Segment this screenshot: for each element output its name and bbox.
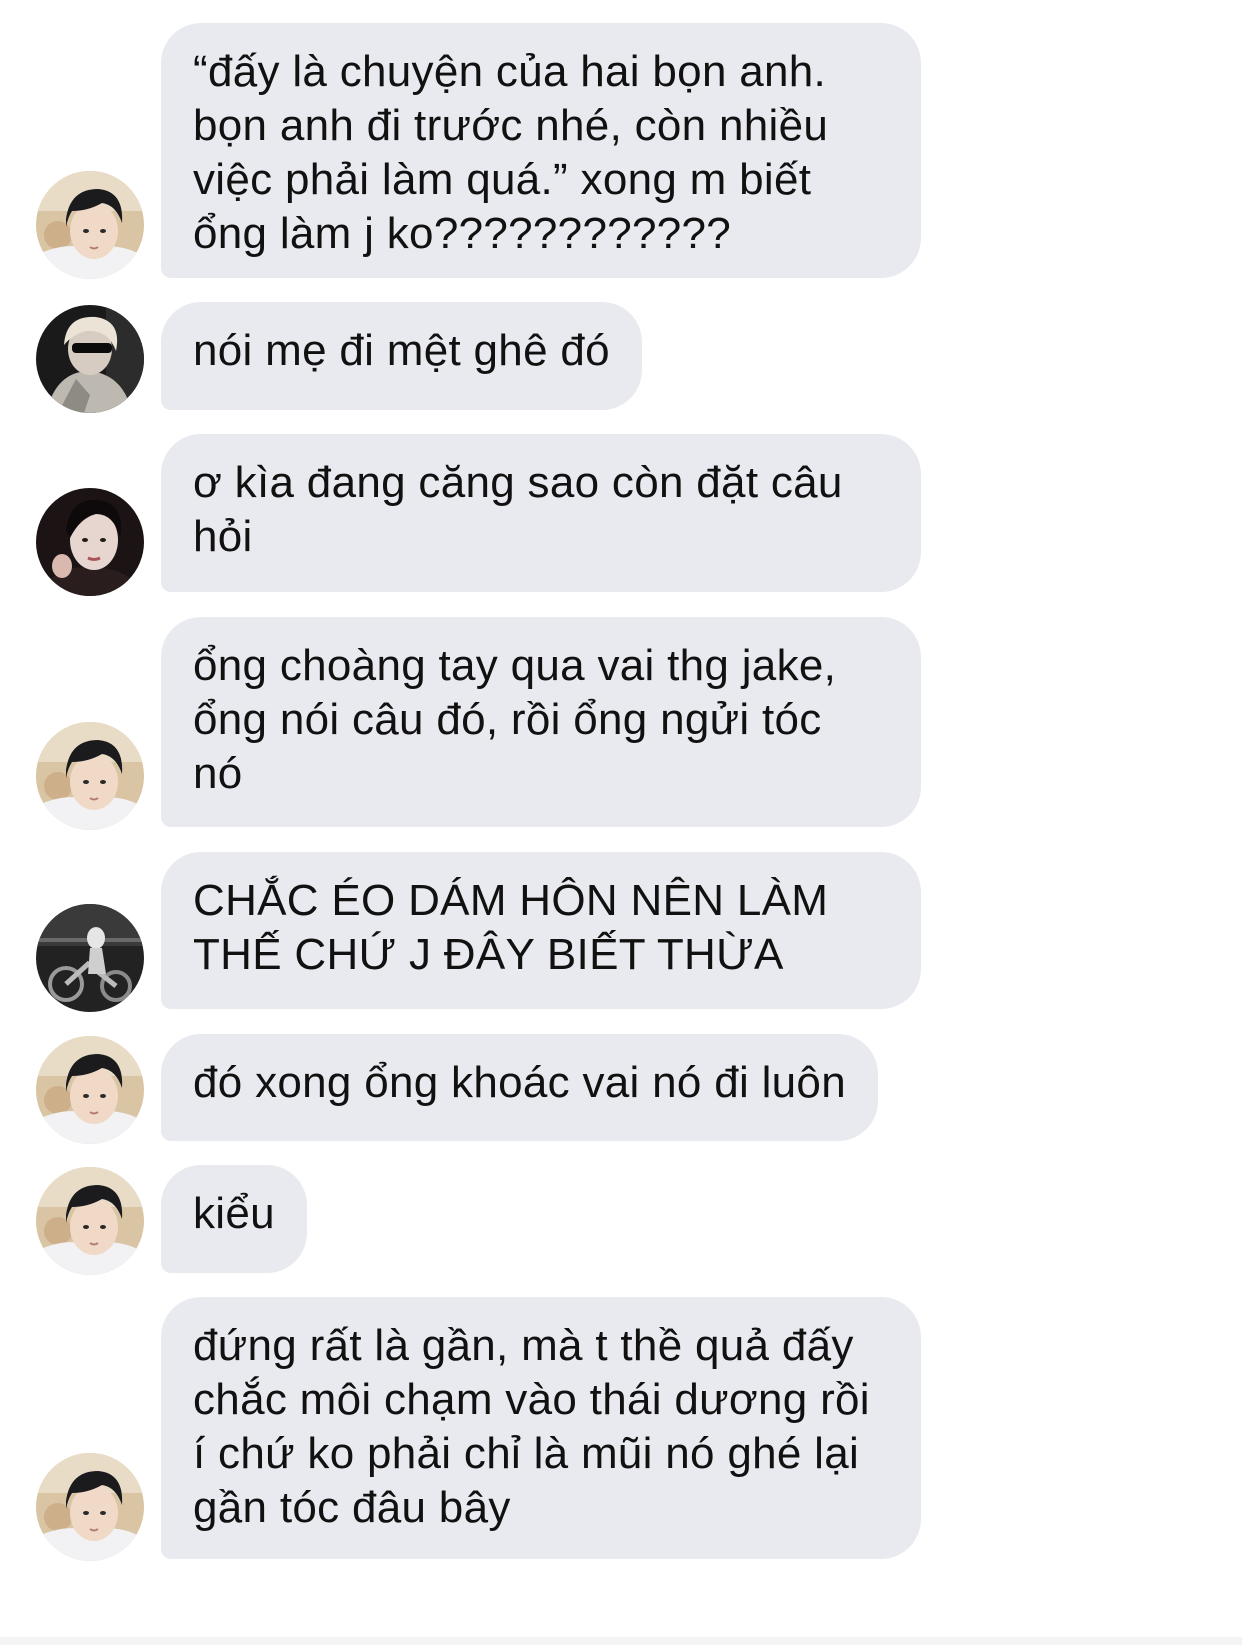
avatar[interactable] [36, 1453, 144, 1561]
beach-boy-avatar-icon [36, 1036, 144, 1144]
message-line: í chứ ko phải chỉ là mũi nó ghé lại [193, 1429, 860, 1478]
beach-boy-avatar-icon [36, 1167, 144, 1275]
message-line: ổng nói câu đó, rồi ổng ngửi tóc [193, 695, 822, 744]
message-line: gần tóc đâu bây [193, 1483, 511, 1532]
motorcycle-avatar-icon [36, 904, 144, 1012]
message-bubble[interactable]: nói mẹ đi mệt ghê đó [161, 302, 642, 410]
message-line: nói mẹ đi mệt ghê đó [193, 326, 610, 375]
message-line: ơ kìa đang căng sao còn đặt câu [193, 458, 843, 507]
message-line: chắc môi chạm vào thái dương rồi [193, 1375, 870, 1424]
beach-boy-avatar-icon [36, 722, 144, 830]
avatar[interactable] [36, 722, 144, 830]
message-line: bọn anh đi trước nhé, còn nhiều [193, 101, 829, 150]
message-thread: “đấy là chuyện của hai bọn anh. bọn anh … [0, 0, 1242, 1645]
message-line: hỏi [193, 512, 253, 561]
message-bubble[interactable]: ổng choàng tay qua vai thg jake, ổng nói… [161, 617, 921, 827]
message-bubble[interactable]: “đấy là chuyện của hai bọn anh. bọn anh … [161, 23, 921, 278]
message-line: đứng rất là gần, mà t thề quả đấy [193, 1321, 854, 1370]
avatar[interactable] [36, 171, 144, 279]
avatar[interactable] [36, 305, 144, 413]
message-bubble[interactable]: ơ kìa đang căng sao còn đặt câu hỏi [161, 434, 921, 592]
message-line: CHẮC ÉO DÁM HÔN NÊN LÀM [193, 876, 829, 925]
message-line: ổng làm j ko???????????? [193, 209, 732, 258]
message-bubble[interactable]: kiểu [161, 1165, 307, 1273]
avatar[interactable] [36, 1167, 144, 1275]
message-line: THẾ CHỨ J ĐÂY BIẾT THỪA [193, 930, 784, 979]
message-bubble[interactable]: đó xong ổng khoác vai nó đi luôn [161, 1034, 878, 1141]
message-line: kiểu [193, 1189, 275, 1238]
avatar[interactable] [36, 1036, 144, 1144]
message-line: việc phải làm quá.” xong m biết [193, 155, 812, 204]
beach-boy-avatar-icon [36, 1453, 144, 1561]
message-bubble[interactable]: CHẮC ÉO DÁM HÔN NÊN LÀM THẾ CHỨ J ĐÂY BI… [161, 852, 921, 1009]
avatar[interactable] [36, 488, 144, 596]
divider [0, 1637, 1242, 1645]
message-line: “đấy là chuyện của hai bọn anh. [193, 47, 827, 96]
message-line: nó [193, 749, 243, 798]
message-line: ổng choàng tay qua vai thg jake, [193, 641, 837, 690]
avatar[interactable] [36, 904, 144, 1012]
dark-portrait-avatar-icon [36, 488, 144, 596]
blond-sunglasses-avatar-icon [36, 305, 144, 413]
message-line: đó xong ổng khoác vai nó đi luôn [193, 1058, 846, 1107]
beach-boy-avatar-icon [36, 171, 144, 279]
message-bubble[interactable]: đứng rất là gần, mà t thề quả đấy chắc m… [161, 1297, 921, 1559]
